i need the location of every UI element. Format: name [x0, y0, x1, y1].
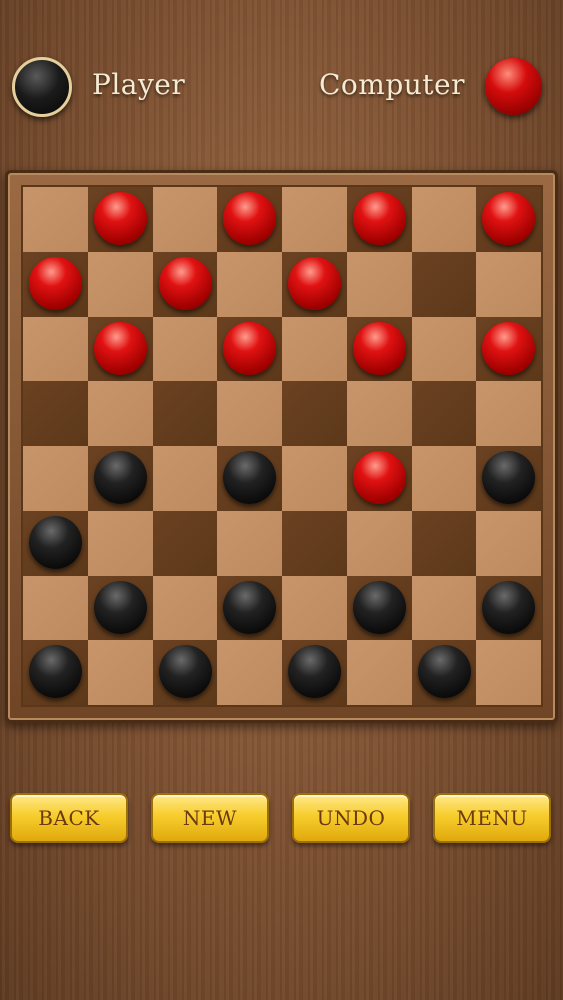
- board-square[interactable]: [87, 251, 153, 317]
- black-checker-piece[interactable]: [223, 451, 277, 504]
- board-square[interactable]: [23, 381, 88, 446]
- board-square[interactable]: [346, 187, 412, 252]
- red-checker-piece[interactable]: [223, 192, 277, 245]
- board-square[interactable]: [217, 187, 282, 252]
- board-square[interactable]: [217, 381, 282, 446]
- board-square[interactable]: [411, 510, 477, 576]
- board-square[interactable]: [282, 575, 347, 641]
- board-square[interactable]: [282, 381, 347, 446]
- board-square[interactable]: [152, 446, 218, 511]
- menu-button[interactable]: MENU: [433, 793, 551, 843]
- back-button[interactable]: BACK: [10, 793, 128, 843]
- board-square[interactable]: [282, 446, 347, 511]
- board-square[interactable]: [87, 316, 153, 382]
- red-checker-piece[interactable]: [158, 256, 212, 310]
- board-square[interactable]: [411, 187, 477, 252]
- board-square[interactable]: [346, 575, 412, 641]
- black-checker-piece[interactable]: [417, 645, 471, 699]
- board-square[interactable]: [411, 381, 477, 446]
- board-square[interactable]: [152, 381, 218, 446]
- black-checker-piece[interactable]: [29, 515, 82, 569]
- board-square[interactable]: [282, 510, 347, 576]
- board-square[interactable]: [411, 316, 477, 382]
- red-checker-piece[interactable]: [288, 256, 341, 310]
- board-square[interactable]: [152, 575, 218, 641]
- new-game-button[interactable]: NEW: [151, 793, 269, 843]
- board-square[interactable]: [476, 640, 541, 705]
- board-square[interactable]: [217, 640, 282, 705]
- board-square[interactable]: [476, 251, 541, 317]
- board-square[interactable]: [23, 575, 88, 641]
- red-checker-piece[interactable]: [352, 451, 406, 504]
- black-checker-piece[interactable]: [29, 645, 82, 699]
- computer-label: Computer: [319, 68, 465, 101]
- board-square[interactable]: [346, 381, 412, 446]
- board-square[interactable]: [346, 446, 412, 511]
- red-checker-piece[interactable]: [352, 321, 406, 375]
- player-label: Player: [92, 68, 186, 101]
- board-square[interactable]: [152, 510, 218, 576]
- board-square[interactable]: [282, 640, 347, 705]
- red-checker-piece[interactable]: [29, 256, 82, 310]
- board-square[interactable]: [282, 187, 347, 252]
- red-checker-piece[interactable]: [482, 192, 536, 245]
- board-square[interactable]: [23, 251, 88, 317]
- board-square[interactable]: [152, 251, 218, 317]
- board-square[interactable]: [346, 316, 412, 382]
- board-square[interactable]: [217, 446, 282, 511]
- board-square[interactable]: [87, 187, 153, 252]
- board-square[interactable]: [411, 575, 477, 641]
- board-square[interactable]: [23, 510, 88, 576]
- board-square[interactable]: [23, 316, 88, 382]
- board-square[interactable]: [476, 316, 541, 382]
- board-square[interactable]: [476, 510, 541, 576]
- board-square[interactable]: [476, 381, 541, 446]
- board-square[interactable]: [282, 251, 347, 317]
- board-square[interactable]: [411, 446, 477, 511]
- board-square[interactable]: [87, 381, 153, 446]
- board-square[interactable]: [87, 510, 153, 576]
- board-square[interactable]: [23, 187, 88, 252]
- board-square[interactable]: [152, 187, 218, 252]
- board-square[interactable]: [411, 251, 477, 317]
- red-checker-piece[interactable]: [482, 321, 536, 375]
- checkers-board[interactable]: [23, 187, 541, 705]
- board-square[interactable]: [476, 575, 541, 641]
- red-checker-piece[interactable]: [93, 321, 147, 375]
- computer-red-token-icon: [485, 58, 542, 115]
- board-square[interactable]: [476, 446, 541, 511]
- player-black-token-icon: [12, 57, 72, 117]
- board-square[interactable]: [282, 316, 347, 382]
- board-square[interactable]: [346, 510, 412, 576]
- black-checker-piece[interactable]: [158, 645, 212, 699]
- black-checker-piece[interactable]: [93, 451, 147, 504]
- red-checker-piece[interactable]: [352, 192, 406, 245]
- control-bar: BACK NEW UNDO MENU: [0, 793, 563, 845]
- board-square[interactable]: [217, 251, 282, 317]
- board-square[interactable]: [87, 575, 153, 641]
- board-square[interactable]: [411, 640, 477, 705]
- board-square[interactable]: [23, 640, 88, 705]
- board-square[interactable]: [346, 640, 412, 705]
- black-checker-piece[interactable]: [352, 580, 406, 634]
- board-square[interactable]: [152, 640, 218, 705]
- red-checker-piece[interactable]: [93, 192, 147, 245]
- board-square[interactable]: [87, 446, 153, 511]
- board-square[interactable]: [87, 640, 153, 705]
- board-square[interactable]: [217, 575, 282, 641]
- board-square[interactable]: [23, 446, 88, 511]
- board-square[interactable]: [217, 510, 282, 576]
- red-checker-piece[interactable]: [223, 321, 277, 375]
- board-square[interactable]: [346, 251, 412, 317]
- black-checker-piece[interactable]: [93, 580, 147, 634]
- board-square[interactable]: [152, 316, 218, 382]
- board-square[interactable]: [217, 316, 282, 382]
- black-checker-piece[interactable]: [482, 580, 536, 634]
- black-checker-piece[interactable]: [223, 580, 277, 634]
- black-checker-piece[interactable]: [482, 451, 536, 504]
- score-header: Player Computer: [0, 0, 563, 170]
- undo-button[interactable]: UNDO: [292, 793, 410, 843]
- board-square[interactable]: [476, 187, 541, 252]
- black-checker-piece[interactable]: [288, 645, 341, 699]
